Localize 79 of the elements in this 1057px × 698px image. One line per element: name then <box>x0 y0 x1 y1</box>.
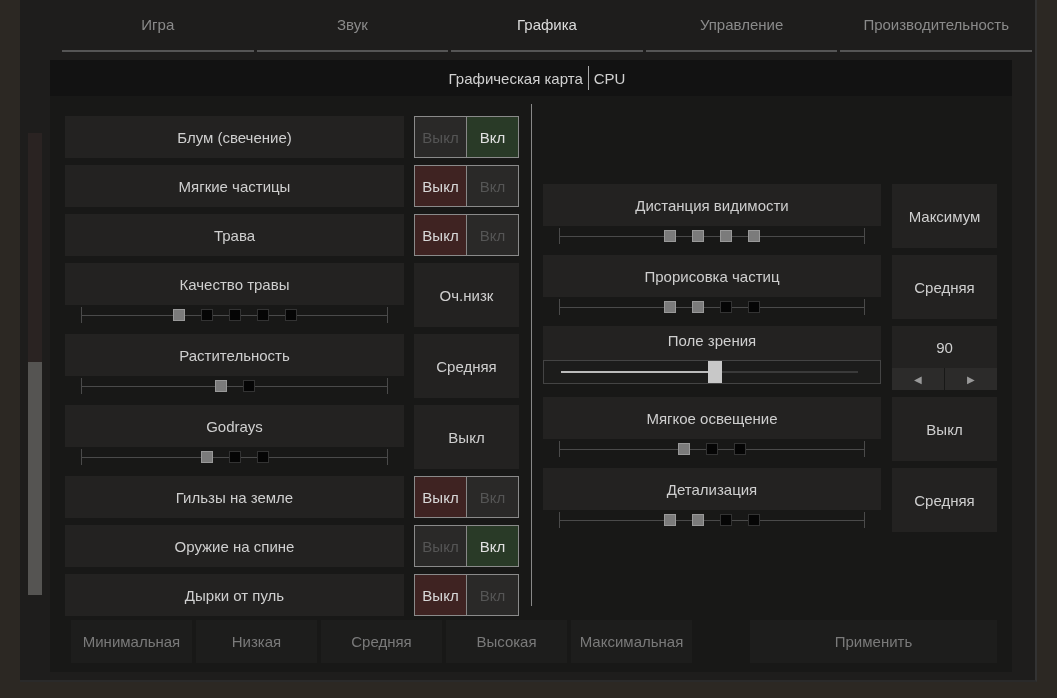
setting-label: Растительность <box>65 334 404 376</box>
scrollbar[interactable] <box>28 133 42 595</box>
step-marker[interactable] <box>228 309 241 321</box>
step-marker[interactable] <box>228 451 241 463</box>
off-option[interactable]: Выкл <box>415 477 466 517</box>
preset-button[interactable]: Высокая <box>446 620 567 663</box>
apply-button[interactable]: Применить <box>750 620 997 663</box>
tab[interactable]: Звук <box>256 0 449 52</box>
value-display: Средняя <box>414 334 519 398</box>
setting-label: Детализация <box>543 468 881 510</box>
step-marker[interactable] <box>172 309 185 321</box>
setting-label: Дистанция видимости <box>543 184 881 226</box>
tab[interactable]: Игра <box>62 0 254 52</box>
value-display: Средняя <box>892 255 997 319</box>
preset-button[interactable]: Минимальная <box>71 620 192 663</box>
step-marker[interactable] <box>692 230 704 242</box>
off-option[interactable]: Выкл <box>415 215 466 255</box>
preset-button[interactable]: Низкая <box>196 620 317 663</box>
step-marker[interactable] <box>664 230 676 242</box>
setting-label: Godrays <box>65 405 404 447</box>
setting-label: Блум (свечение) <box>65 116 404 158</box>
step-marker[interactable] <box>720 301 732 313</box>
step-marker[interactable] <box>692 301 704 313</box>
scrollbar-thumb[interactable] <box>28 362 42 595</box>
setting-label: Мягкие частицы <box>65 165 404 207</box>
value-display: Оч.низк <box>414 263 519 327</box>
step-marker[interactable] <box>256 451 269 463</box>
step-slider[interactable] <box>559 441 865 457</box>
subtab[interactable]: Графическая карта <box>448 69 583 87</box>
preset-button[interactable]: Средняя <box>321 620 442 663</box>
value-display: Средняя <box>892 468 997 532</box>
decrease-button[interactable]: ◀ <box>892 368 944 390</box>
step-marker[interactable] <box>748 301 760 313</box>
step-marker[interactable] <box>256 309 269 321</box>
fov-slider[interactable] <box>543 360 881 384</box>
subtab[interactable]: CPU <box>593 69 626 87</box>
step-marker[interactable] <box>720 230 732 242</box>
step-marker[interactable] <box>664 514 676 526</box>
step-marker[interactable] <box>692 514 704 526</box>
step-slider[interactable] <box>559 228 865 244</box>
off-option[interactable]: Выкл <box>415 166 466 206</box>
step-marker[interactable] <box>748 514 760 526</box>
setting-label: Поле зрения <box>543 326 881 360</box>
step-marker[interactable] <box>734 443 746 455</box>
step-marker[interactable] <box>678 443 690 455</box>
setting-label: Оружие на спине <box>65 525 404 567</box>
step-marker[interactable] <box>214 380 227 392</box>
tab[interactable]: Управление <box>645 0 838 52</box>
setting-label: Гильзы на земле <box>65 476 404 518</box>
on-option[interactable]: Вкл <box>466 526 518 566</box>
step-marker[interactable] <box>200 309 213 321</box>
step-slider[interactable] <box>559 512 865 528</box>
step-marker[interactable] <box>720 514 732 526</box>
preset-button[interactable]: Максимальная <box>571 620 692 663</box>
step-slider[interactable] <box>81 449 388 465</box>
step-marker[interactable] <box>664 301 676 313</box>
setting-label: Качество травы <box>65 263 404 305</box>
step-slider[interactable] <box>81 378 388 394</box>
tab[interactable]: Производительность <box>840 0 1032 52</box>
step-marker[interactable] <box>748 230 760 242</box>
off-option[interactable]: Выкл <box>415 575 466 615</box>
setting-label: Дырки от пуль <box>65 574 404 616</box>
step-marker[interactable] <box>284 309 297 321</box>
increase-button[interactable]: ▶ <box>945 368 997 390</box>
value-display: 90 <box>892 326 997 368</box>
on-option[interactable]: Вкл <box>466 117 518 157</box>
step-marker[interactable] <box>242 380 255 392</box>
value-display: Выкл <box>892 397 997 461</box>
step-marker[interactable] <box>706 443 718 455</box>
tab[interactable]: Графика <box>451 0 643 52</box>
setting-label: Трава <box>65 214 404 256</box>
setting-label: Прорисовка частиц <box>543 255 881 297</box>
step-marker[interactable] <box>200 451 213 463</box>
setting-label: Мягкое освещение <box>543 397 881 439</box>
value-display: Максимум <box>892 184 997 248</box>
step-slider[interactable] <box>81 307 388 323</box>
value-display: Выкл <box>414 405 519 469</box>
step-slider[interactable] <box>559 299 865 315</box>
slider-thumb[interactable] <box>708 361 723 383</box>
